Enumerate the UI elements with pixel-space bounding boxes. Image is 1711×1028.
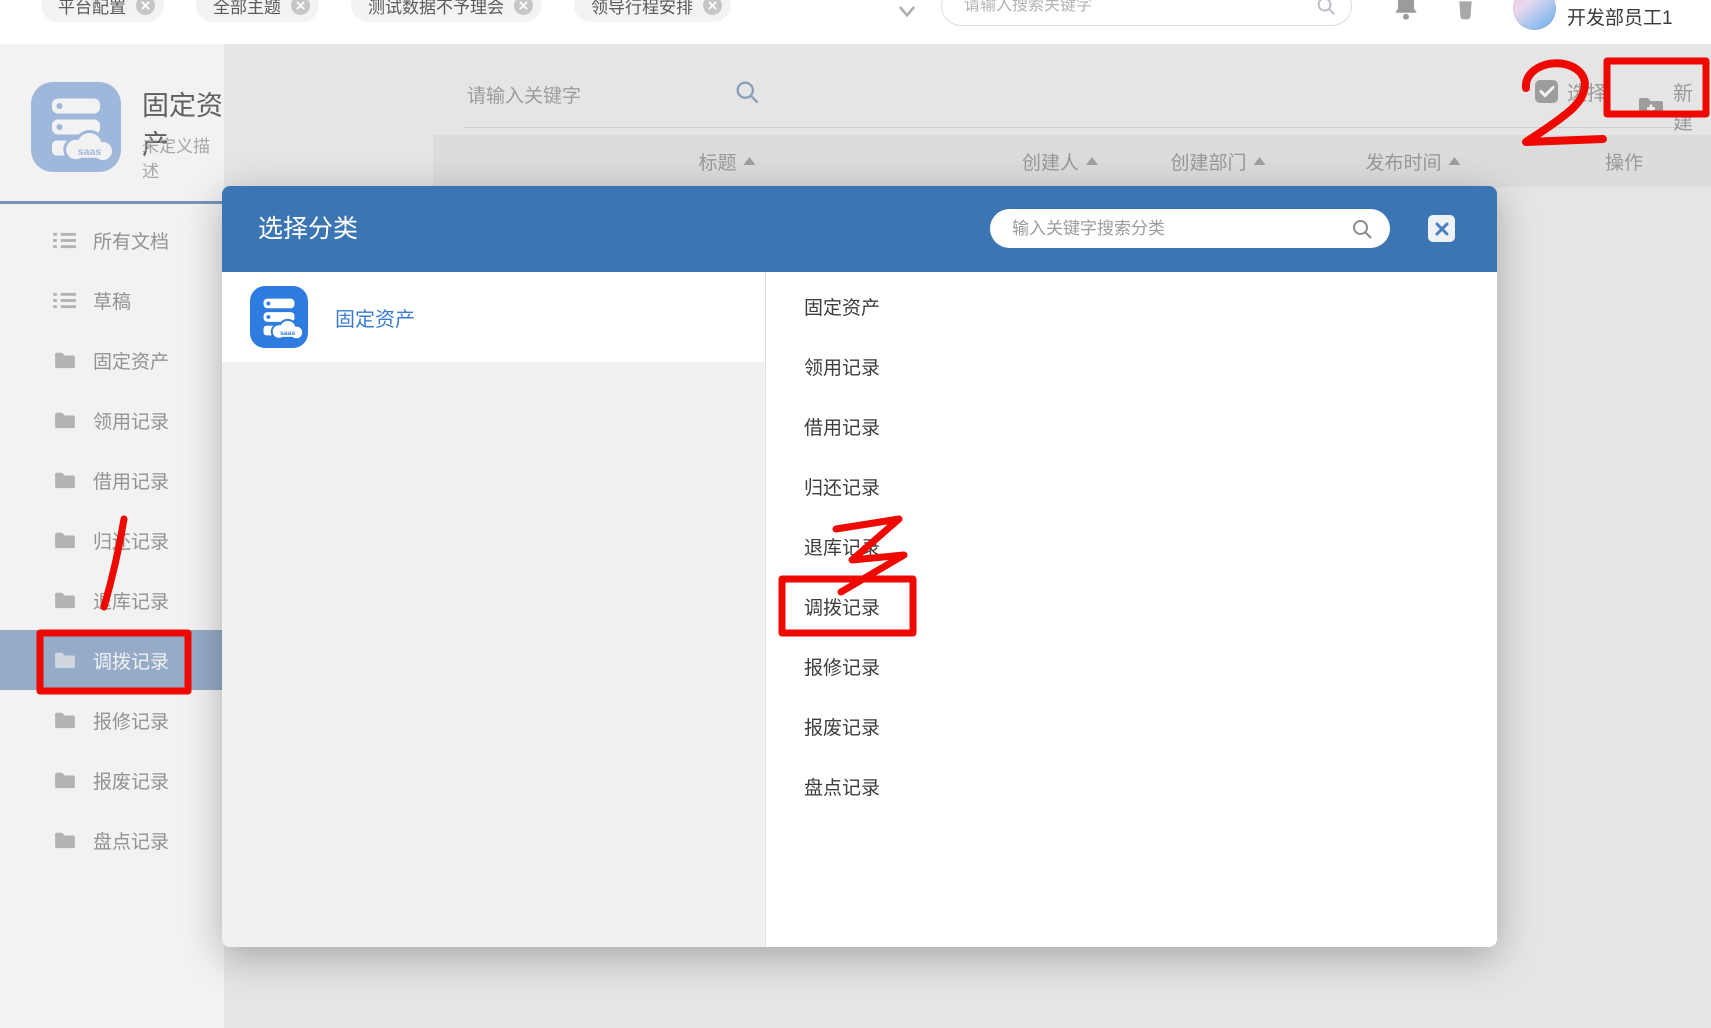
filter-chip[interactable]: 全部主题	[196, 0, 319, 22]
notifications-bell-icon[interactable]	[1392, 0, 1420, 27]
global-search	[941, 0, 1352, 26]
category-item[interactable]: 退库记录	[766, 516, 1497, 576]
filter-chip[interactable]: 领导行程安排	[574, 0, 731, 22]
filter-chip-label: 领导行程安排	[591, 0, 693, 17]
user-avatar[interactable]	[1513, 0, 1556, 30]
modal-title: 选择分类	[258, 215, 359, 243]
top-bar: 平台配置 全部主题 测试数据不予理会 领导行程安排 请输入搜索关键字 开发部员工…	[0, 0, 1711, 44]
filter-chip-label: 全部主题	[213, 0, 281, 17]
category-item-label: 借用记录	[804, 417, 881, 439]
app-window: saas 固定资产 未定义描述 所有文档 草稿 固定资产 领用记录 借用记录 归…	[0, 0, 1711, 1028]
category-item-label: 报修记录	[804, 657, 881, 679]
category-item-label: 归还记录	[804, 477, 881, 499]
filter-chips: 平台配置 全部主题 测试数据不予理会 领导行程安排	[41, 0, 731, 22]
select-category-modal: 选择分类 输入关键字搜索分类 saas 固定资产 固定资产 领用记录 借用记录 …	[222, 186, 1497, 947]
category-item[interactable]: 领用记录	[766, 336, 1497, 396]
filter-chip[interactable]: 测试数据不予理会	[351, 0, 542, 22]
global-search-input[interactable]	[942, 0, 1315, 25]
modal-body: saas 固定资产 固定资产 领用记录 借用记录 归还记录 退库记录 调拨记录 …	[222, 272, 1497, 947]
category-item-label: 盘点记录	[804, 777, 881, 799]
category-item-label: 调拨记录	[804, 597, 881, 619]
modal-app-label: 固定资产	[335, 308, 415, 331]
filter-chip-label: 平台配置	[58, 0, 126, 17]
trash-icon[interactable]	[1453, 0, 1478, 26]
category-item-label: 固定资产	[804, 297, 881, 319]
category-item-label: 领用记录	[804, 357, 881, 379]
svg-text:saas: saas	[280, 330, 295, 337]
chip-close-icon[interactable]	[291, 0, 310, 15]
filter-chip[interactable]: 平台配置	[41, 0, 164, 22]
modal-header: 选择分类	[222, 186, 1497, 272]
category-item[interactable]: 固定资产	[766, 276, 1497, 336]
app-icon-fixed-assets: saas	[250, 286, 308, 348]
modal-app-row[interactable]: saas 固定资产	[222, 272, 765, 362]
category-item[interactable]: 借用记录	[766, 396, 1497, 456]
category-item[interactable]: 报修记录	[766, 636, 1497, 696]
chevron-down-icon[interactable]	[893, 0, 921, 30]
close-icon[interactable]	[1428, 215, 1455, 242]
category-item[interactable]: 报废记录	[766, 696, 1497, 756]
saas-cloud: saas	[270, 318, 305, 341]
category-search-input[interactable]	[990, 209, 1350, 248]
chip-close-icon[interactable]	[703, 0, 722, 15]
user-name[interactable]: 开发部员工1	[1567, 3, 1673, 30]
search-icon	[1350, 217, 1374, 241]
search-icon	[1315, 0, 1337, 17]
filter-chip-label: 测试数据不予理会	[368, 0, 504, 17]
category-item[interactable]: 归还记录	[766, 456, 1497, 516]
chip-close-icon[interactable]	[514, 0, 533, 15]
category-list: 固定资产 领用记录 借用记录 归还记录 退库记录 调拨记录 报修记录 报废记录	[766, 276, 1497, 816]
category-search	[990, 209, 1390, 248]
category-item-label: 退库记录	[804, 537, 881, 559]
modal-app-panel: saas 固定资产	[222, 272, 766, 947]
category-item[interactable]: 盘点记录	[766, 756, 1497, 816]
chip-close-icon[interactable]	[136, 0, 155, 15]
category-item[interactable]: 调拨记录	[766, 576, 1497, 636]
category-item-label: 报废记录	[804, 717, 881, 739]
